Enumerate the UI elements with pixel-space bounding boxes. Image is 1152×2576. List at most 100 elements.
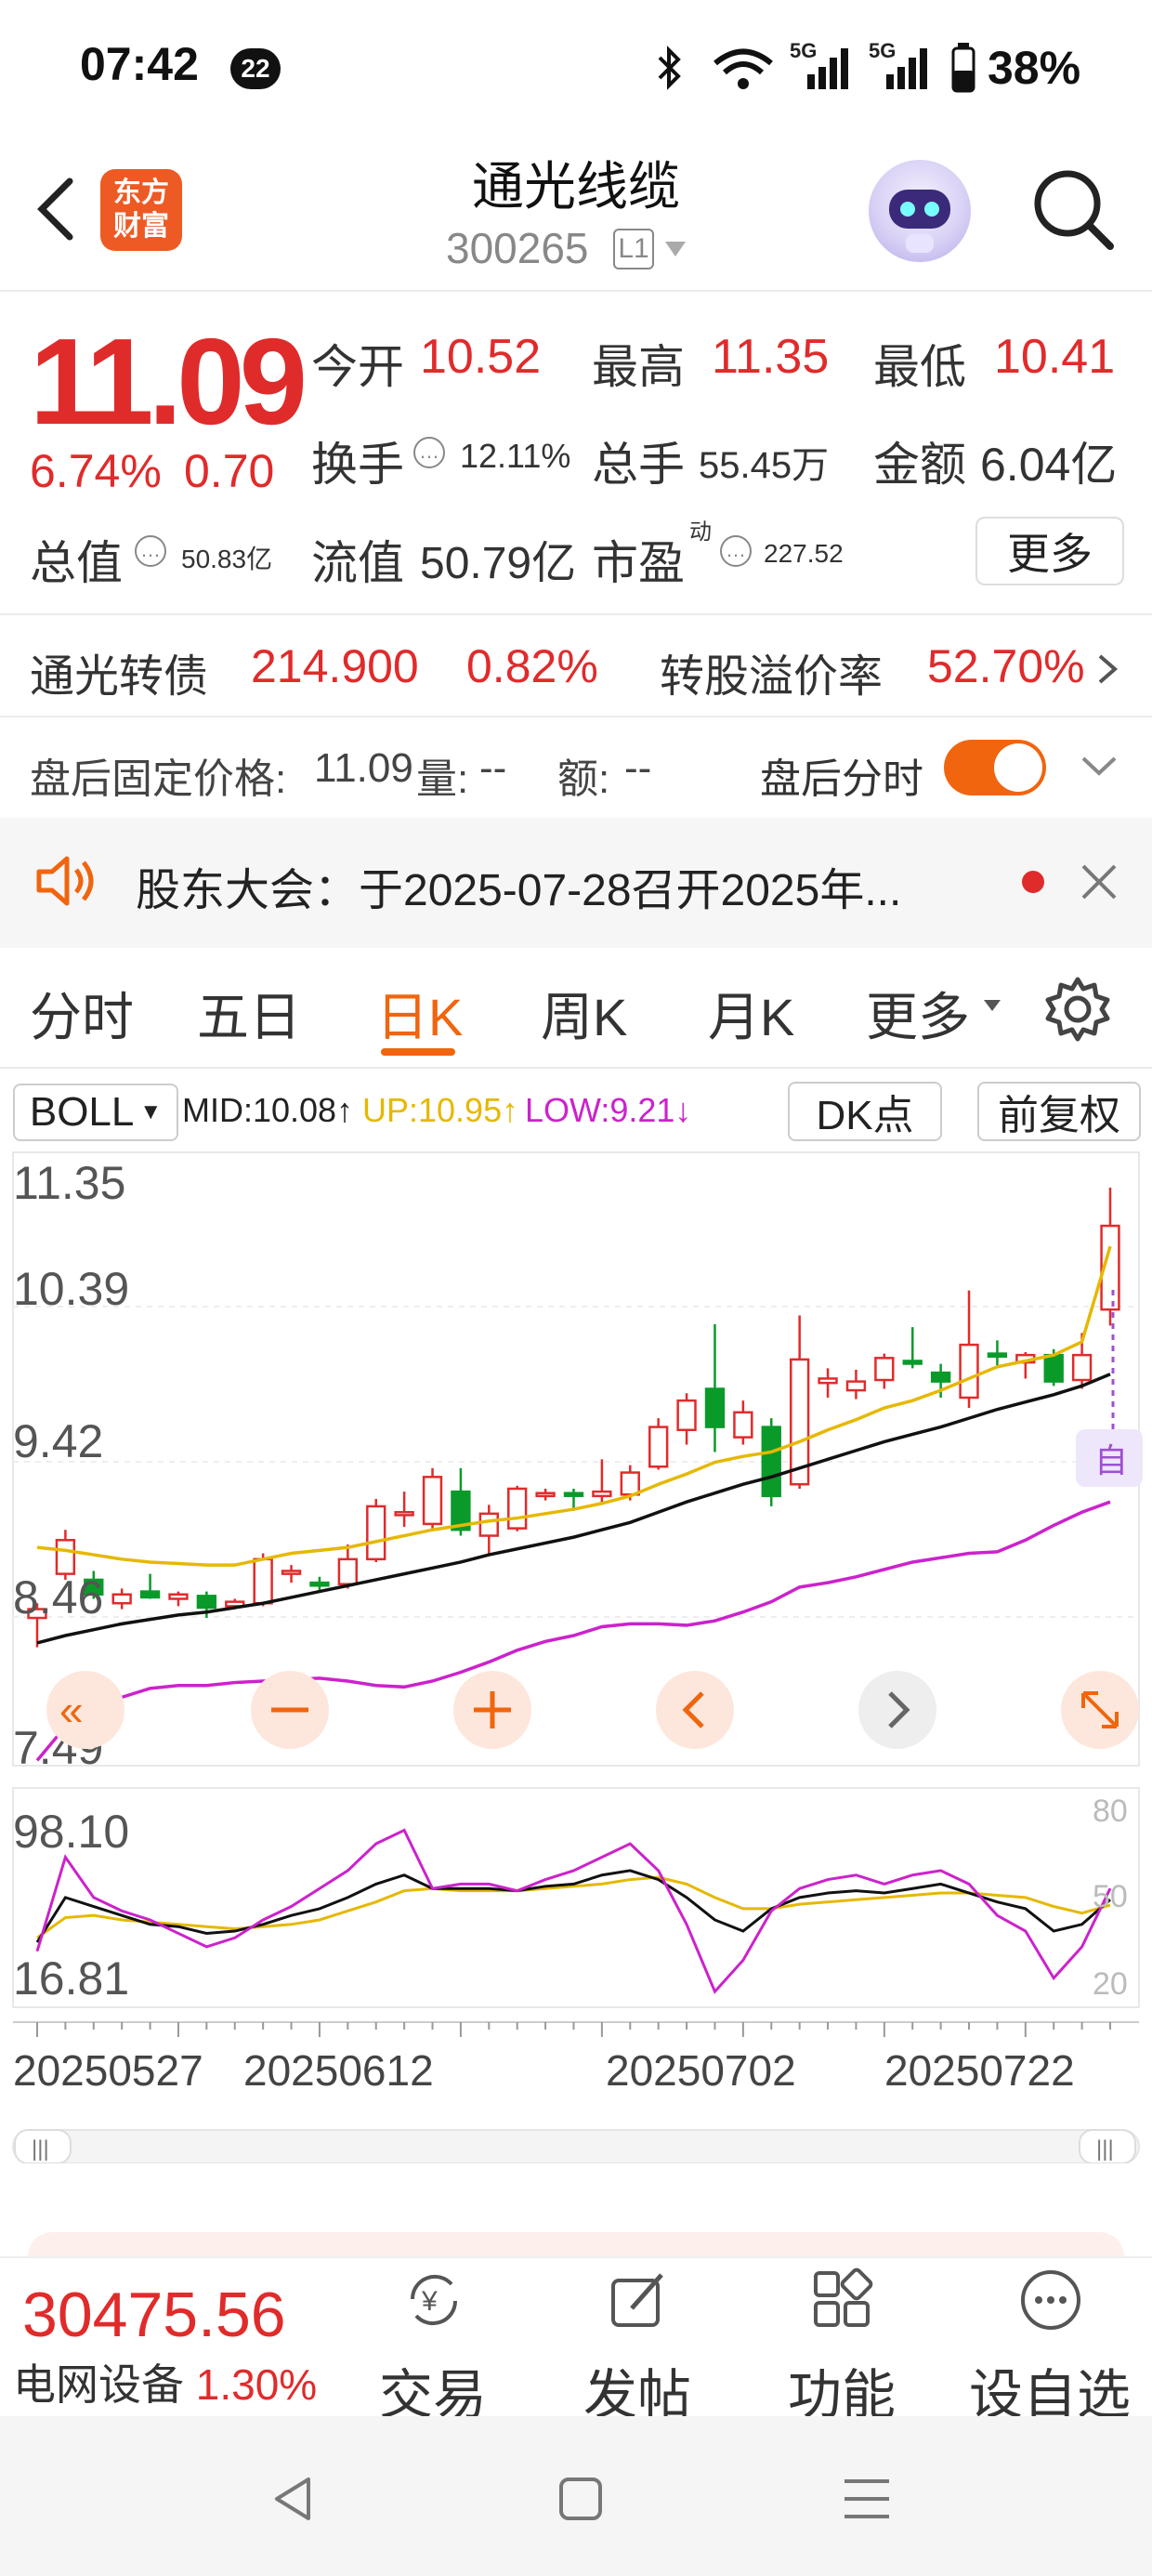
- info-icon[interactable]: …: [413, 437, 445, 468]
- candle-body[interactable]: [507, 1487, 528, 1530]
- turnover-label: 换手: [311, 439, 404, 491]
- candle-body[interactable]: [761, 1426, 781, 1498]
- candle-body[interactable]: [1071, 1353, 1093, 1382]
- k-line-chart[interactable]: 11.35 10.39 9.42 8.46 7.49 自 « 98.10 16.…: [0, 1141, 1152, 2163]
- battery-level: 38%: [988, 42, 1081, 94]
- chevron-right-icon[interactable]: [1094, 651, 1120, 688]
- trade-icon: ¥: [410, 2274, 458, 2326]
- candle-body[interactable]: [309, 1581, 330, 1587]
- convertible-label[interactable]: 通光转债: [30, 639, 208, 704]
- candle-body[interactable]: [818, 1377, 838, 1385]
- more-dots-icon: [1021, 2270, 1080, 2330]
- assistant-robot-icon[interactable]: [869, 160, 971, 262]
- tab-weekly-k[interactable]: 周K: [541, 976, 627, 1051]
- indicator-select-boll[interactable]: BOLL ▼: [13, 1084, 178, 1141]
- clock: 07:42: [80, 38, 199, 90]
- after-hours-price: 11.09: [314, 745, 413, 791]
- scroll-left-fast-button[interactable]: [46, 1671, 124, 1749]
- pe-value: 227.52: [764, 539, 844, 568]
- chart-controls: «: [46, 1671, 1139, 1749]
- nav-menu-icon[interactable]: [841, 2474, 893, 2524]
- notice-text: 股东大会：于2025-07-28召开2025年...: [136, 866, 902, 915]
- sector-index-value[interactable]: 30475.56: [22, 2279, 286, 2351]
- candle-body[interactable]: [478, 1512, 499, 1537]
- close-icon[interactable]: [1078, 861, 1120, 903]
- date-label: 20250702: [606, 2046, 796, 2095]
- candle-body[interactable]: [337, 1557, 359, 1585]
- candle-body[interactable]: [704, 1387, 726, 1428]
- candle-body[interactable]: [648, 1426, 669, 1468]
- boll-up: UP:10.95↑: [362, 1091, 519, 1129]
- info-icon[interactable]: …: [135, 535, 166, 567]
- candle-body[interactable]: [366, 1505, 386, 1561]
- more-button[interactable]: 更多: [975, 517, 1124, 585]
- candle-body[interactable]: [592, 1490, 612, 1498]
- price-tick: 11.35: [13, 1157, 125, 1209]
- float-label: 流值: [311, 537, 404, 589]
- divider: [0, 716, 1152, 717]
- grip-icon: |||: [32, 2136, 49, 2162]
- trade-button[interactable]: ¥ 交易: [349, 2258, 517, 2425]
- candle-body[interactable]: [845, 1380, 867, 1392]
- candle-body[interactable]: [253, 1557, 273, 1605]
- sector-change: 1.30%: [195, 2360, 318, 2409]
- candle-body[interactable]: [422, 1476, 443, 1526]
- candle-body[interactable]: [394, 1510, 414, 1517]
- candle-body[interactable]: [676, 1399, 697, 1432]
- candle-body[interactable]: [563, 1492, 584, 1497]
- level-badge[interactable]: L1: [613, 229, 654, 269]
- candle-body[interactable]: [930, 1371, 951, 1383]
- functions-button[interactable]: 功能: [758, 2258, 925, 2425]
- pe-label: 市盈: [592, 537, 685, 589]
- candle-body[interactable]: [733, 1411, 753, 1439]
- divider: [0, 1067, 1152, 1069]
- candle-body[interactable]: [139, 1590, 161, 1599]
- pe-superscript: 动: [689, 519, 712, 545]
- volume-value: 55.45万: [699, 445, 830, 486]
- candle-body[interactable]: [55, 1539, 76, 1575]
- candle-body[interactable]: [987, 1352, 1008, 1358]
- sector-index[interactable]: 电网设备 1.30%: [13, 2351, 317, 2412]
- tab-five-day[interactable]: 五日: [197, 976, 301, 1051]
- dropdown-icon[interactable]: [661, 238, 689, 260]
- candle-body[interactable]: [902, 1360, 923, 1365]
- mcap-label: 总值: [30, 537, 123, 589]
- candle-body[interactable]: [111, 1593, 132, 1605]
- nav-home-icon[interactable]: [557, 2474, 604, 2524]
- candle-body[interactable]: [1043, 1353, 1064, 1383]
- candle-body[interactable]: [874, 1357, 895, 1382]
- dk-point-button[interactable]: DK点: [788, 1082, 942, 1141]
- self-select-label: 自: [1094, 1441, 1128, 1479]
- mcap-value: 50.83亿: [181, 545, 273, 573]
- adjust-button[interactable]: 前复权: [977, 1082, 1141, 1141]
- tab-monthly-k[interactable]: 月K: [708, 976, 794, 1051]
- scroll-left-button[interactable]: [656, 1671, 734, 1749]
- candle-body[interactable]: [168, 1593, 189, 1600]
- info-icon[interactable]: …: [720, 535, 752, 567]
- tab-daily-k[interactable]: 日K: [376, 976, 463, 1051]
- premium-value: 52.70%: [927, 640, 1085, 692]
- stock-name: 通光线缆: [472, 157, 680, 216]
- tab-timeshare[interactable]: 分时: [30, 976, 134, 1051]
- candle-body[interactable]: [281, 1570, 302, 1575]
- nav-back-icon[interactable]: [269, 2474, 316, 2524]
- date-label: 20250527: [13, 2046, 203, 2095]
- scroll-right-button[interactable]: [858, 1671, 936, 1749]
- candle-body[interactable]: [959, 1343, 979, 1400]
- tab-more[interactable]: 更多: [866, 976, 970, 1051]
- candle-body[interactable]: [535, 1492, 556, 1498]
- stock-code[interactable]: 300265: [446, 223, 589, 273]
- post-button[interactable]: 发帖: [554, 2258, 721, 2425]
- chevron-down-icon[interactable]: [1078, 753, 1120, 781]
- last-price: 11.09: [30, 313, 308, 450]
- add-watchlist-button[interactable]: 设自选: [966, 2258, 1133, 2425]
- range-slider[interactable]: ||| |||: [12, 2129, 1140, 2163]
- turnover-value: 12.11%: [460, 437, 571, 475]
- search-icon[interactable]: [1027, 163, 1119, 256]
- after-hours-amt: --: [624, 745, 652, 791]
- date-label: 20250612: [243, 2046, 434, 2095]
- price-panel: [12, 1151, 1140, 1767]
- candle-body[interactable]: [620, 1471, 640, 1496]
- candle-body[interactable]: [196, 1595, 217, 1610]
- gear-icon[interactable]: [1042, 974, 1113, 1045]
